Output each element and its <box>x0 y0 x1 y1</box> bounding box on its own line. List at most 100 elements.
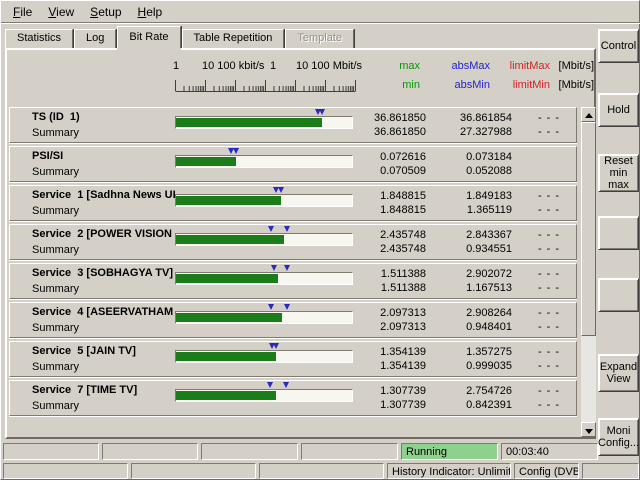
menu-bar: File View Setup Help <box>1 1 640 23</box>
softkey-hold[interactable]: Hold <box>598 93 639 127</box>
value-absmax: 1.849183 <box>466 190 512 202</box>
tab-statistics[interactable]: Statistics <box>5 29 74 48</box>
bitrate-bar-fill <box>176 235 285 244</box>
bitrate-scale: 1 10 100 kbit/s 1 10 100 Mbit/s <box>173 60 362 96</box>
value-min: 1.848815 <box>380 204 426 216</box>
absmax-marker-icon <box>319 109 326 115</box>
absmax-marker-icon <box>283 382 290 388</box>
value-absmax: 1.357275 <box>466 346 512 358</box>
status-elapsed-time: 00:03:40 <box>501 443 598 460</box>
bitrate-row[interactable]: Service 1 [Sadhna News UI Summary 1.8488… <box>9 185 577 221</box>
bitrate-row[interactable]: Service 2 [POWER VISION Summary 2.435748… <box>9 224 577 260</box>
status2-empty-2 <box>131 463 256 479</box>
value-absmin: 1.167513 <box>466 282 512 294</box>
value-absmin: 0.842391 <box>466 399 512 411</box>
value-max: 1.307739 <box>380 385 426 397</box>
arrow-up-icon <box>585 113 593 118</box>
scroll-down-button[interactable] <box>581 422 596 437</box>
col-header-absmax: absMax <box>451 60 490 72</box>
row-title: Service 3 [SOBHAGYA TV] <box>32 267 174 279</box>
tab-log[interactable]: Log <box>74 29 117 48</box>
value-absmin: 1.365119 <box>466 204 512 216</box>
row-title: Service 1 [Sadhna News UI <box>32 189 176 201</box>
value-min: 2.435748 <box>380 243 426 255</box>
status-cell-empty-3 <box>201 443 298 460</box>
value-absmin: 0.934551 <box>466 243 512 255</box>
value-absmax: 2.843367 <box>466 229 512 241</box>
status2-empty-3 <box>259 463 384 479</box>
value-max: 1.511388 <box>380 268 426 280</box>
menu-file[interactable]: File <box>5 2 40 22</box>
bitrate-row[interactable]: Service 4 [ASEERVATHAM Summary 2.097313 … <box>9 302 577 338</box>
bitrate-row[interactable]: TS (ID 1) Summary 36.861850 36.861850 36… <box>9 107 577 143</box>
absmax-marker-icon <box>232 148 239 154</box>
softkey-expand-view[interactable]: Expand View <box>598 354 639 392</box>
value-absmax: 0.073184 <box>466 151 512 163</box>
col-header-unit-bottom: [Mbit/s] <box>558 79 594 91</box>
value-absmax: 2.908264 <box>466 307 512 319</box>
row-subtitle: Summary <box>32 400 80 412</box>
row-title: Service 7 [TIME TV] <box>32 384 138 396</box>
softkey-blank-3[interactable] <box>598 216 639 250</box>
scale-label: 10 100 Mbit/s <box>296 60 363 72</box>
bitrate-bar-track <box>175 155 353 168</box>
value-max: 0.072616 <box>380 151 426 163</box>
col-header-max: max <box>399 60 420 72</box>
value-absmin: 0.999035 <box>466 360 512 372</box>
scale-label: 1 <box>270 60 277 72</box>
value-max: 1.848815 <box>380 190 426 202</box>
row-title: PSI/SI <box>32 150 64 162</box>
status-running-indicator: Running <box>401 443 498 460</box>
value-limitmin: - - - <box>537 321 561 333</box>
absmax-marker-icon <box>277 187 284 193</box>
value-absmin: 27.327988 <box>460 126 512 138</box>
tab-bit-rate[interactable]: Bit Rate <box>117 26 181 48</box>
bitrate-row[interactable]: Service 7 [TIME TV] Summary 1.307739 1.3… <box>9 380 577 416</box>
row-title: Service 5 [JAIN TV] <box>32 345 136 357</box>
value-limitmax: - - - <box>537 307 561 319</box>
value-limitmax: - - - <box>537 229 561 241</box>
bitrate-bar-track <box>175 389 353 402</box>
absmax-marker-icon <box>283 304 290 310</box>
softkey-blank-4[interactable] <box>598 278 639 312</box>
bitrate-bar-fill <box>176 274 278 283</box>
col-header-limitmax: limitMax <box>509 60 550 72</box>
scrollbar-thumb[interactable] <box>581 122 596 336</box>
value-absmax: 2.754726 <box>466 385 512 397</box>
tab-table-repetition[interactable]: Table Repetition <box>181 29 285 48</box>
bitrate-row[interactable]: PSI/SI Summary 0.072616 0.070509 0.07318… <box>9 146 577 182</box>
row-subtitle: Summary <box>32 244 80 256</box>
col-header-min: min <box>402 79 420 91</box>
log-ruler <box>175 80 356 92</box>
value-limitmin: - - - <box>537 243 561 255</box>
bitrate-bar-track <box>175 116 353 129</box>
menu-view[interactable]: View <box>40 2 82 22</box>
bitrate-row[interactable]: Service 3 [SOBHAGYA TV] Summary 1.511388… <box>9 263 577 299</box>
value-limitmin: - - - <box>537 204 561 216</box>
value-max: 36.861850 <box>374 112 426 124</box>
softkey-moni-config[interactable]: Moni Config... <box>598 418 639 456</box>
col-header-limitmin: limitMin <box>512 79 550 91</box>
value-limitmin: - - - <box>537 399 561 411</box>
bitrate-bar-track <box>175 311 353 324</box>
row-subtitle: Summary <box>32 361 80 373</box>
row-subtitle: Summary <box>32 127 80 139</box>
row-subtitle: Summary <box>32 322 80 334</box>
menu-setup[interactable]: Setup <box>82 2 129 22</box>
value-max: 1.354139 <box>380 346 426 358</box>
menu-help[interactable]: Help <box>130 2 171 22</box>
softkey-control[interactable]: Control <box>598 29 639 63</box>
value-min: 1.307739 <box>380 399 426 411</box>
value-absmax: 2.902072 <box>466 268 512 280</box>
softkey-reset-min-max[interactable]: Reset min max <box>598 154 639 192</box>
row-subtitle: Summary <box>32 283 80 295</box>
bitrate-row[interactable]: Service 5 [JAIN TV] Summary 1.354139 1.3… <box>9 341 577 377</box>
absmin-marker-icon <box>271 265 278 271</box>
value-min: 1.354139 <box>380 360 426 372</box>
tab-template[interactable]: Template <box>285 29 355 48</box>
value-min: 0.070509 <box>380 165 426 177</box>
scroll-up-button[interactable] <box>581 107 596 122</box>
vertical-scrollbar[interactable] <box>581 107 596 437</box>
bitrate-bar-track <box>175 194 353 207</box>
bitrate-bar-fill <box>176 313 283 322</box>
